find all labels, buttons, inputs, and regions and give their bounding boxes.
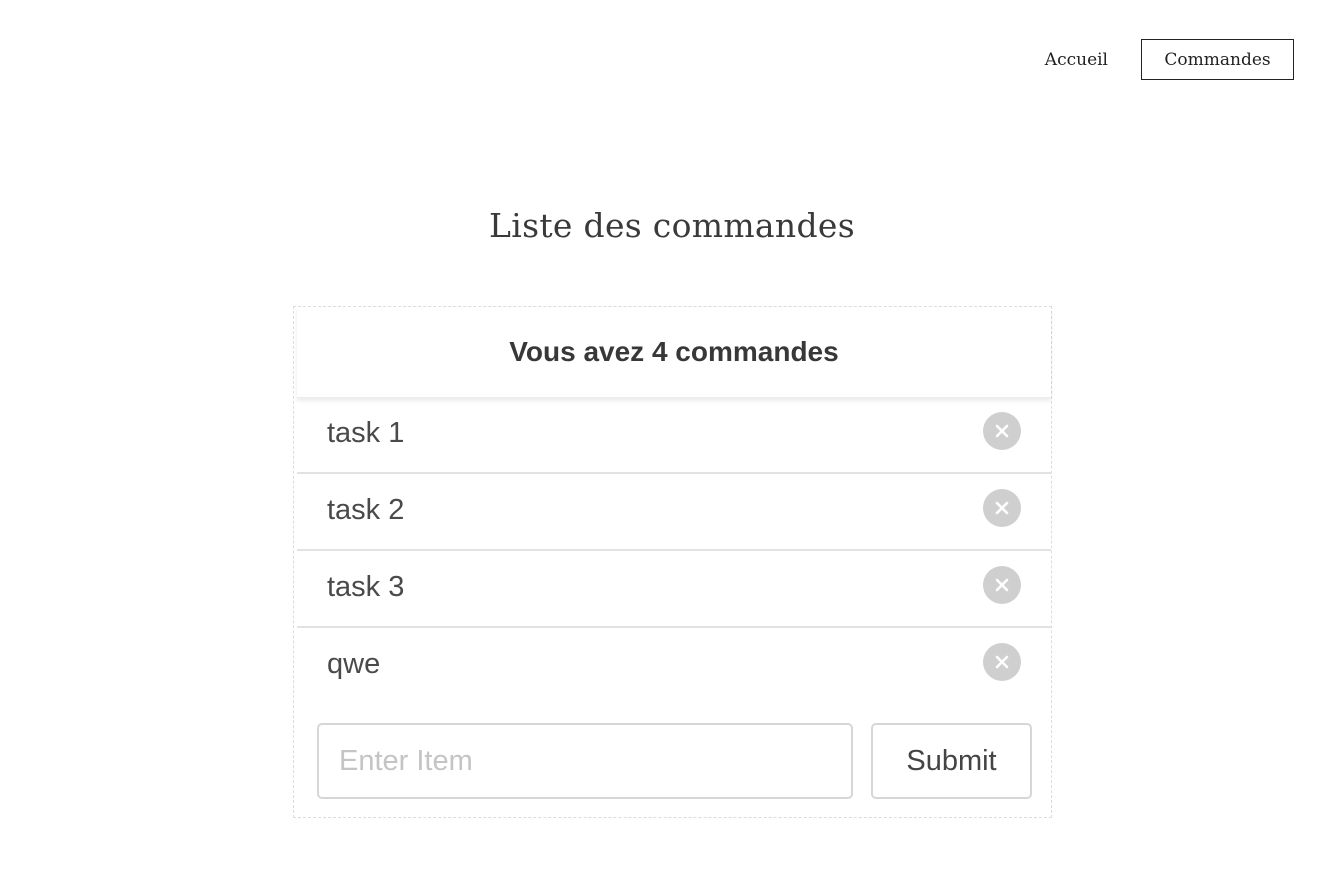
close-icon: [995, 501, 1009, 515]
list-item: task 1: [297, 397, 1051, 474]
list-item-label: task 2: [327, 494, 405, 526]
list-item: qwe: [297, 628, 1051, 705]
orders-list: task 1 task 2 task 3 qwe: [297, 397, 1051, 705]
add-item-form: Submit: [317, 723, 1032, 799]
list-item: task 3: [297, 551, 1051, 628]
nav-link-accueil[interactable]: Accueil: [1045, 50, 1108, 70]
orders-count-header: Vous avez 4 commandes: [297, 307, 1051, 398]
remove-item-button[interactable]: [983, 489, 1021, 527]
top-nav: Accueil Commandes: [1045, 39, 1294, 80]
item-input[interactable]: [317, 723, 853, 799]
list-item-label: task 3: [327, 571, 405, 603]
page-title: Liste des commandes: [489, 206, 855, 245]
close-icon: [995, 424, 1009, 438]
list-item-label: task 1: [327, 417, 405, 449]
submit-button[interactable]: Submit: [871, 723, 1032, 799]
orders-card: Vous avez 4 commandes task 1 task 2 task…: [293, 306, 1052, 818]
close-icon: [995, 578, 1009, 592]
close-icon: [995, 655, 1009, 669]
remove-item-button[interactable]: [983, 643, 1021, 681]
nav-link-commandes[interactable]: Commandes: [1141, 39, 1294, 80]
remove-item-button[interactable]: [983, 412, 1021, 450]
list-item-label: qwe: [327, 648, 381, 680]
list-item: task 2: [297, 474, 1051, 551]
remove-item-button[interactable]: [983, 566, 1021, 604]
